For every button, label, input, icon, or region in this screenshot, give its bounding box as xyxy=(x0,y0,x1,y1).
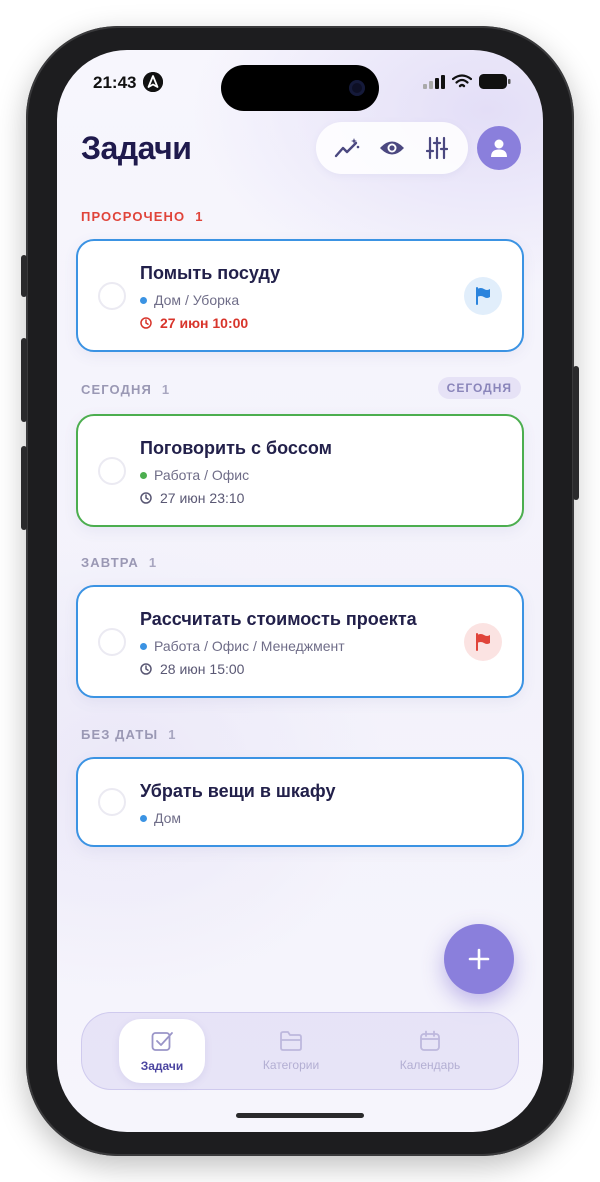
section-count: 1 xyxy=(195,208,203,224)
smart-sort-button[interactable] xyxy=(330,131,364,165)
task-checkbox[interactable] xyxy=(98,282,126,310)
task-card[interactable]: Помыть посуду Дом / Уборка 27 июн 10:00 xyxy=(76,239,524,352)
visibility-button[interactable] xyxy=(375,131,409,165)
tab-calendar[interactable]: Календарь xyxy=(387,1019,473,1083)
section-title: ЗАВТРА xyxy=(81,554,139,570)
task-card[interactable]: Рассчитать стоимость проекта Работа / Оф… xyxy=(76,585,524,698)
calendar-icon xyxy=(420,1030,440,1051)
folder-icon xyxy=(280,1031,302,1051)
eye-icon xyxy=(379,141,404,155)
task-category-path: Работа / Офис xyxy=(140,467,249,483)
tab-categories[interactable]: Категории xyxy=(248,1019,334,1083)
task-checkbox[interactable] xyxy=(98,628,126,656)
task-category-path: Работа / Офис / Менеджмент xyxy=(140,638,345,654)
clock-icon xyxy=(140,663,152,675)
task-due-date: 27 июн 10:00 xyxy=(140,315,248,331)
task-category-path: Дом xyxy=(140,810,181,826)
task-path-text: Работа / Офис xyxy=(154,467,250,483)
task-path-text: Работа / Офис / Менеджмент xyxy=(154,638,345,654)
page-title: Задачи xyxy=(81,130,192,166)
task-category-path: Дом / Уборка xyxy=(140,292,239,308)
add-task-button[interactable] xyxy=(444,924,514,994)
task-checkbox[interactable] xyxy=(98,457,126,485)
task-checkbox[interactable] xyxy=(98,788,126,816)
task-due-text: 27 июн 10:00 xyxy=(160,315,249,331)
flag-icon xyxy=(476,633,490,651)
category-dot xyxy=(140,471,147,479)
today-chip[interactable]: СЕГОДНЯ xyxy=(437,377,521,399)
priority-flag[interactable] xyxy=(464,623,502,661)
category-dot xyxy=(140,642,147,650)
task-path-text: Дом / Уборка xyxy=(154,292,240,308)
task-path-text: Дом xyxy=(154,810,182,826)
section-header-overdue: ПРОСРОЧЕНО 1 xyxy=(81,206,521,226)
profile-avatar[interactable] xyxy=(477,126,521,170)
section-header-tomorrow: ЗАВТРА 1 xyxy=(81,552,521,572)
flag-icon xyxy=(476,287,490,305)
plus-icon xyxy=(468,948,490,970)
filter-button[interactable] xyxy=(420,131,454,165)
status-time: 21:43 xyxy=(93,73,137,92)
power-button xyxy=(573,366,579,500)
task-card[interactable]: Убрать вещи в шкафу Дом xyxy=(76,757,524,847)
home-indicator[interactable] xyxy=(236,1113,364,1118)
tab-label: Задачи xyxy=(140,1059,184,1073)
status-bar: 21:43 xyxy=(57,68,543,98)
user-icon xyxy=(491,139,507,157)
header: Задачи xyxy=(57,122,543,178)
priority-flag[interactable] xyxy=(464,277,502,315)
tab-label: Календарь xyxy=(399,1058,461,1072)
system-icons xyxy=(423,74,511,89)
tab-tasks[interactable]: Задачи xyxy=(119,1019,205,1083)
checkbox-tasks-icon xyxy=(151,1032,173,1051)
task-title: Убрать вещи в шкафу xyxy=(140,781,336,801)
category-dot xyxy=(140,296,147,304)
section-header-today: СЕГОДНЯ 1 СЕГОДНЯ xyxy=(81,377,521,399)
volume-down-button xyxy=(21,446,27,530)
section-title: СЕГОДНЯ xyxy=(81,381,152,397)
action-button xyxy=(21,255,27,297)
clock-icon xyxy=(140,317,152,329)
task-due-date: 27 июн 23:10 xyxy=(140,490,244,506)
section-title: БЕЗ ДАТЫ xyxy=(81,726,159,742)
navigation-arrow-icon xyxy=(143,72,163,92)
magic-wand-icon xyxy=(334,138,359,158)
cellular-signal-icon xyxy=(423,74,445,89)
section-header-no-date: БЕЗ ДАТЫ 1 xyxy=(81,724,521,744)
sliders-icon xyxy=(426,136,449,160)
bottom-tab-bar: Задачи Категории Календарь xyxy=(81,1012,519,1090)
header-toolbar xyxy=(316,122,468,174)
section-count: 1 xyxy=(168,726,176,742)
task-due-date: 28 июн 15:00 xyxy=(140,661,244,677)
task-card[interactable]: Поговорить с боссом Работа / Офис 27 июн… xyxy=(76,414,524,527)
wifi-icon xyxy=(452,74,472,88)
volume-up-button xyxy=(21,338,27,422)
section-count: 1 xyxy=(148,554,157,570)
section-title: ПРОСРОЧЕНО xyxy=(81,208,186,224)
app-screen: 21:43 Задачи ПРОСРОЧЕНО 1 Помыть посуду … xyxy=(57,50,543,1132)
section-count: 1 xyxy=(161,381,170,397)
task-due-text: 28 июн 15:00 xyxy=(160,661,245,677)
task-title: Рассчитать стоимость проекта xyxy=(140,609,417,629)
battery-icon xyxy=(479,74,511,89)
clock-icon xyxy=(140,492,152,504)
task-title: Помыть посуду xyxy=(140,263,281,283)
task-title: Поговорить с боссом xyxy=(140,438,332,458)
category-dot xyxy=(140,814,147,822)
task-due-text: 27 июн 23:10 xyxy=(160,490,245,506)
tab-label: Категории xyxy=(262,1058,320,1072)
